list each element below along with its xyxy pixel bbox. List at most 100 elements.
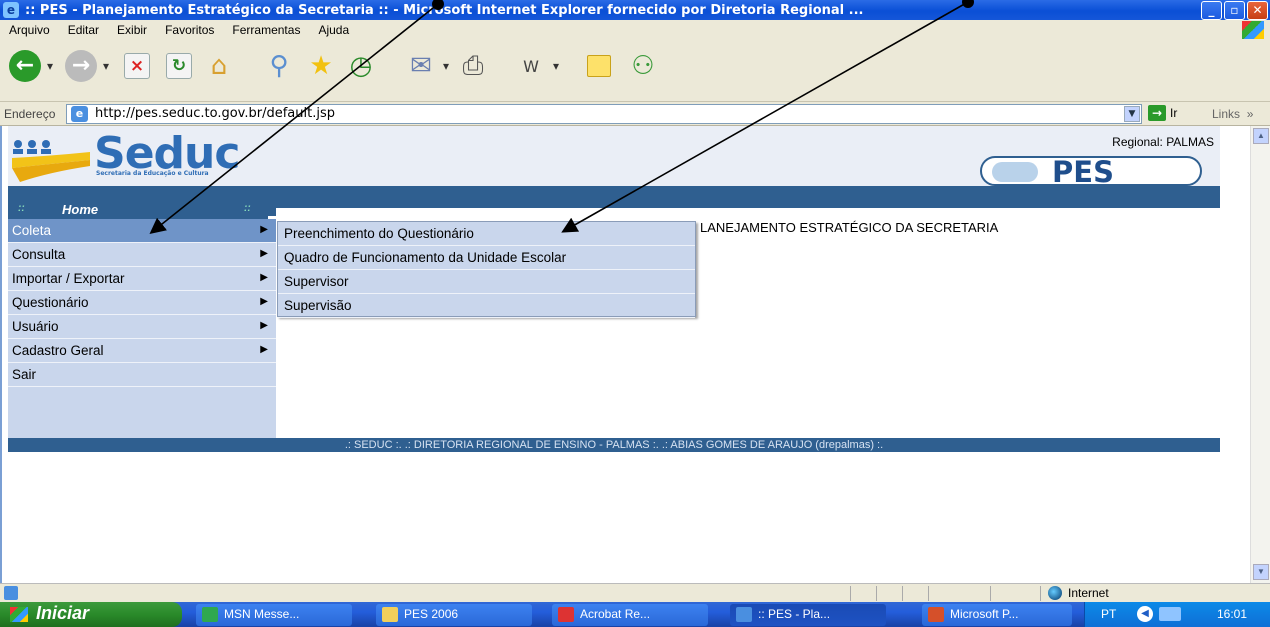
network-icon[interactable]	[1159, 607, 1181, 621]
status-bar: Internet	[0, 583, 1270, 602]
address-bar: Endereço e http://pes.seduc.to.gov.br/de…	[0, 102, 1270, 126]
menu-ferramentas[interactable]: Ferramentas	[223, 23, 309, 37]
language-indicator[interactable]: PT	[1101, 607, 1116, 621]
home-icon[interactable]: ⌂	[200, 47, 238, 85]
search-icon[interactable]: ⚲	[260, 47, 298, 85]
pes-logo: PES	[980, 155, 1202, 189]
left-menu-header: :: Home ::	[8, 201, 268, 219]
ie-icon	[736, 607, 752, 622]
folder-icon	[382, 607, 398, 622]
favorites-star-icon[interactable]: ★	[302, 47, 340, 85]
close-button[interactable]: ✕	[1247, 0, 1268, 20]
menu-ajuda[interactable]: Ajuda	[309, 23, 358, 37]
menu-editar[interactable]: Editar	[59, 23, 108, 37]
page-status-icon	[4, 586, 18, 600]
forward-dropdown-icon[interactable]: ▾	[98, 47, 114, 85]
scroll-up-icon[interactable]: ▲	[1253, 128, 1269, 144]
menu-bar: Arquivo Editar Exibir Favoritos Ferramen…	[0, 20, 1270, 40]
page-icon: e	[71, 106, 88, 122]
submenu-item-supervisor[interactable]: Supervisor	[278, 270, 695, 294]
menu-item-cadastro-geral[interactable]: Cadastro Geral ▶	[8, 339, 276, 363]
menu-item-label: Consulta	[12, 247, 66, 262]
security-zone: Internet	[1048, 586, 1109, 600]
submenu-arrow-icon: ▶	[260, 224, 268, 235]
ie-logo-icon: e	[3, 2, 19, 18]
task-msn[interactable]: MSN Messe...	[196, 604, 352, 626]
task-label: Acrobat Re...	[580, 607, 651, 621]
print-icon[interactable]: ⎙	[454, 47, 492, 85]
go-button[interactable]: → Ir	[1148, 105, 1177, 121]
links-more-icon: »	[1246, 107, 1254, 121]
content-heading: LANEJAMENTO ESTRATÉGICO DA SECRETARIA	[700, 220, 999, 235]
menu-item-consulta[interactable]: Consulta ▶	[8, 243, 276, 267]
taskbar: Iniciar MSN Messe... PES 2006 Acrobat Re…	[0, 602, 1270, 627]
task-powerpoint[interactable]: Microsoft P...	[922, 604, 1072, 626]
start-button[interactable]: Iniciar	[0, 602, 182, 627]
status-divider	[850, 586, 851, 601]
task-label: :: PES - Pla...	[758, 607, 831, 621]
task-pes-browser[interactable]: :: PES - Pla...	[730, 604, 886, 626]
address-url: http://pes.seduc.to.gov.br/default.jsp	[95, 106, 335, 121]
submenu-arrow-icon: ▶	[260, 344, 268, 355]
menu-exibir[interactable]: Exibir	[108, 23, 156, 37]
seduc-logo[interactable]: Seduc Secretaria da Educação e Cultura	[10, 128, 280, 186]
address-dropdown-icon[interactable]: ▼	[1124, 106, 1140, 122]
seduc-subtitle: Secretaria da Educação e Cultura	[96, 170, 209, 177]
edit-dropdown-icon[interactable]: ▾	[548, 47, 564, 85]
edit-word-icon[interactable]: W	[512, 47, 550, 85]
mail-dropdown-icon[interactable]: ▾	[438, 47, 454, 85]
forward-arrow-icon: →	[65, 50, 97, 82]
menu-item-sair[interactable]: Sair	[8, 363, 276, 387]
title-bar: e :: PES - Planejamento Estratégico da S…	[0, 0, 1270, 20]
windows-flag-icon	[10, 607, 28, 622]
submenu-item-quadro-funcionamento[interactable]: Quadro de Funcionamento da Unidade Escol…	[278, 246, 695, 270]
task-label: Microsoft P...	[950, 607, 1019, 621]
submenu-item-preenchimento[interactable]: Preenchimento do Questionário	[278, 222, 695, 246]
tray-expand-icon[interactable]: ◀	[1137, 606, 1153, 622]
window-title: :: PES - Planejamento Estratégico da Sec…	[25, 2, 864, 18]
links-button[interactable]: Links »	[1212, 107, 1253, 121]
vertical-scrollbar[interactable]: ▲ ▼	[1250, 126, 1270, 583]
refresh-button[interactable]: ↻	[160, 47, 198, 85]
history-icon[interactable]: ◷	[342, 47, 380, 85]
status-divider	[876, 586, 877, 601]
back-dropdown-icon[interactable]: ▾	[42, 47, 58, 85]
back-arrow-icon: ←	[9, 50, 41, 82]
menu-arquivo[interactable]: Arquivo	[0, 23, 59, 37]
submenu-arrow-icon: ▶	[260, 320, 268, 331]
menu-item-label: Questionário	[12, 295, 89, 310]
stop-button[interactable]: ×	[118, 47, 156, 85]
menu-item-coleta[interactable]: Coleta ▶	[8, 219, 276, 243]
forward-button[interactable]: →	[62, 47, 100, 85]
messenger-icon[interactable]: ⚇	[624, 47, 662, 85]
maximize-button[interactable]: ▫	[1224, 0, 1245, 20]
submenu-arrow-icon: ▶	[260, 296, 268, 307]
home-link[interactable]: Home	[62, 202, 98, 217]
menu-item-usuario[interactable]: Usuário ▶	[8, 315, 276, 339]
minimize-button[interactable]: _	[1201, 0, 1222, 20]
refresh-icon: ↻	[166, 53, 192, 79]
menu-item-label: Importar / Exportar	[12, 271, 125, 286]
back-button[interactable]: ←	[6, 47, 44, 85]
ie-window: e :: PES - Planejamento Estratégico da S…	[0, 0, 1270, 627]
menu-item-questionario[interactable]: Questionário ▶	[8, 291, 276, 315]
menu-item-label: Coleta	[12, 223, 52, 238]
task-pes-2006[interactable]: PES 2006	[376, 604, 532, 626]
mail-icon[interactable]: ✉	[402, 47, 440, 85]
task-label: PES 2006	[404, 607, 459, 621]
menu-item-label: Usuário	[12, 319, 59, 334]
header-dots-left: ::	[18, 203, 25, 214]
address-input[interactable]: e http://pes.seduc.to.gov.br/default.jsp…	[66, 104, 1142, 124]
menu-favoritos[interactable]: Favoritos	[156, 23, 223, 37]
acrobat-icon	[558, 607, 574, 622]
scroll-down-icon[interactable]: ▼	[1253, 564, 1269, 580]
status-divider	[990, 586, 991, 601]
stop-icon: ×	[124, 53, 150, 79]
discuss-icon[interactable]	[580, 47, 618, 85]
submenu-item-supervisao[interactable]: Supervisão	[278, 294, 695, 318]
go-arrow-icon: →	[1148, 105, 1166, 121]
task-acrobat[interactable]: Acrobat Re...	[552, 604, 708, 626]
powerpoint-icon	[928, 607, 944, 622]
menu-item-importar-exportar[interactable]: Importar / Exportar ▶	[8, 267, 276, 291]
menu-item-label: Cadastro Geral	[12, 343, 104, 358]
